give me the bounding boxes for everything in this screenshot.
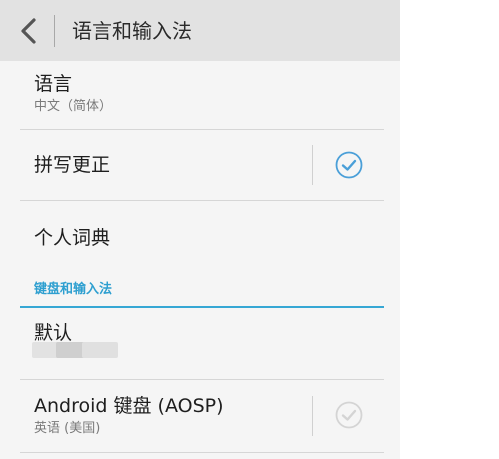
section-header-keyboard: 键盘和输入法 [20, 272, 384, 308]
setting-title-language: 语言 [34, 73, 73, 95]
setting-summary-aosp: 英语 (美国) [34, 421, 101, 436]
setting-title-spellcheck: 拼写更正 [34, 154, 111, 176]
setting-row-spellcheck[interactable]: 拼写更正 [20, 130, 384, 201]
setting-row-dictionary[interactable]: 个人词典 [20, 201, 384, 271]
chevron-left-icon[interactable] [16, 16, 42, 46]
setting-row-language[interactable]: 语言 中文（简体） [20, 61, 384, 130]
page-title: 语言和输入法 [72, 19, 192, 43]
setting-row-aosp-keyboard[interactable]: Android 键盘 (AOSP) 英语 (美国) [20, 380, 384, 453]
action-bar: 语言和输入法 [0, 0, 400, 61]
setting-title-dictionary: 个人词典 [34, 227, 111, 249]
setting-title-aosp: Android 键盘 (AOSP) [34, 395, 224, 417]
settings-screen: 语言和输入法 语言 中文（简体） 拼写更正 个人词典 键盘和输入法 默认 And… [0, 0, 400, 459]
blurred-summary [32, 342, 118, 358]
row-divider [312, 145, 313, 185]
row-divider [312, 396, 313, 436]
action-bar-divider [54, 15, 55, 47]
checkbox-unchecked-icon[interactable] [334, 400, 364, 430]
section-label: 键盘和输入法 [34, 282, 113, 297]
setting-summary-language: 中文（简体） [34, 99, 113, 114]
checkbox-checked-icon[interactable] [334, 150, 364, 180]
setting-row-default-ime[interactable]: 默认 [20, 308, 384, 380]
